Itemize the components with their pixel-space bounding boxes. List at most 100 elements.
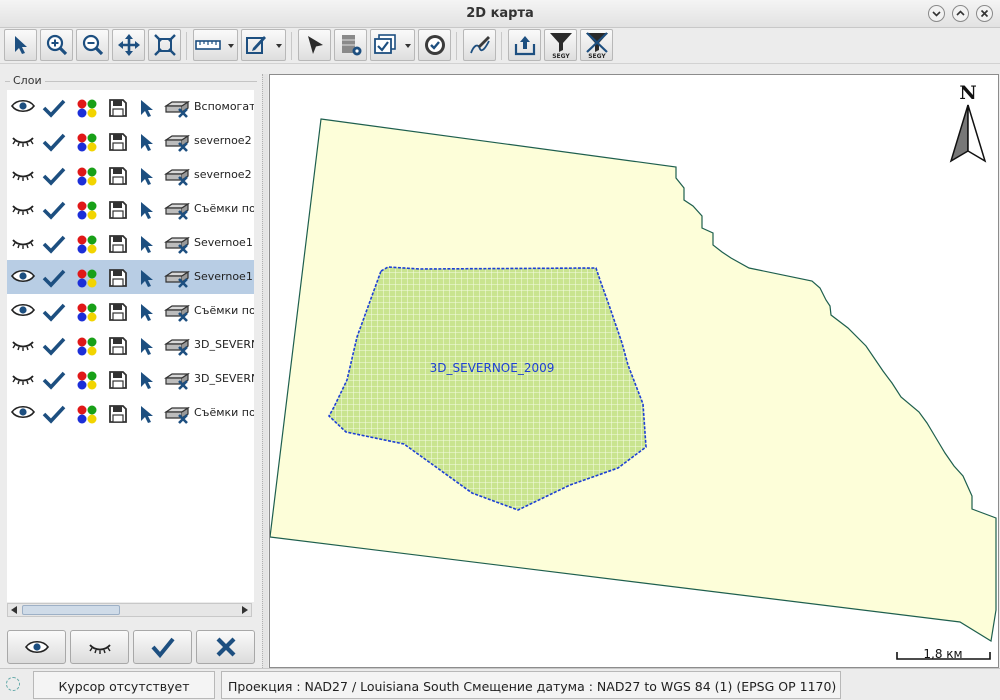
hide-all-layers-button[interactable] [70,630,129,664]
layer-select-button[interactable] [138,234,158,259]
pan-button[interactable] [112,29,145,61]
check-all-button[interactable] [133,630,192,664]
layer-enabled-toggle[interactable] [42,336,66,359]
layer-style-button[interactable] [76,268,98,291]
layer-row[interactable]: severnoe2 [7,158,254,192]
layer-select-button[interactable] [138,336,158,361]
layer-visibility-toggle[interactable] [11,200,35,219]
layer-style-button[interactable] [76,132,98,155]
layer-select-button[interactable] [138,268,158,293]
layer-visibility-toggle[interactable] [11,336,35,355]
layer-save-button[interactable] [108,234,128,257]
layer-select-button[interactable] [138,166,158,191]
layer-visibility-toggle[interactable] [11,404,35,423]
layer-save-button[interactable] [108,200,128,223]
layer-remove-button[interactable] [164,268,190,291]
layer-enabled-toggle[interactable] [42,234,66,257]
layer-save-button[interactable] [108,166,128,189]
export-button[interactable] [508,29,541,61]
layer-select-button[interactable] [138,404,158,429]
layer-style-button[interactable] [76,200,98,223]
layer-enabled-toggle[interactable] [42,370,66,393]
layer-remove-button[interactable] [164,200,190,223]
layer-save-button[interactable] [108,336,128,359]
layer-style-button[interactable] [76,234,98,257]
layer-enabled-toggle[interactable] [42,404,66,427]
layer-row[interactable]: Съёмки по [7,192,254,226]
maximize-button[interactable] [952,5,969,22]
segy-filter-button[interactable]: SEGY [544,29,577,61]
layer-style-button[interactable] [76,336,98,359]
layer-save-button[interactable] [108,132,128,155]
layer-settings-button[interactable] [334,29,367,61]
layer-row[interactable]: Съёмки по [7,294,254,328]
layer-list[interactable]: Вспомогательный severnoe2 severnoe2 Съёмки … [7,90,254,602]
minimize-button[interactable] [928,5,945,22]
layer-style-button[interactable] [76,166,98,189]
layer-enabled-toggle[interactable] [42,132,66,155]
layer-style-button[interactable] [76,302,98,325]
select-window-button[interactable] [370,29,415,61]
layer-select-button[interactable] [138,302,158,327]
scroll-left-icon[interactable] [11,606,17,614]
map-canvas[interactable]: 3D_SEVERNOE_2009 N 1,8 км [269,74,999,668]
layer-select-button[interactable] [138,370,158,395]
layer-remove-button[interactable] [164,370,190,393]
layer-row[interactable]: Вспомогательный [7,90,254,124]
layer-visibility-toggle[interactable] [11,268,35,287]
scrollbar-thumb[interactable] [22,605,120,615]
layer-select-button[interactable] [138,200,158,225]
layer-visibility-toggle[interactable] [11,132,35,151]
close-window-button[interactable] [976,5,993,22]
show-all-layers-button[interactable] [7,630,66,664]
horizontal-scrollbar[interactable] [7,603,252,617]
layer-row[interactable]: Съёмки по [7,396,254,430]
toolbar-separator [501,32,502,60]
layer-enabled-toggle[interactable] [42,302,66,325]
layer-save-button[interactable] [108,302,128,325]
segy-filter-off-button[interactable]: SEGY [580,29,613,61]
layer-enabled-toggle[interactable] [42,166,66,189]
layer-select-button[interactable] [138,132,158,157]
panel-splitter[interactable] [262,74,268,668]
layer-visibility-toggle[interactable] [11,302,35,321]
layer-remove-button[interactable] [164,98,190,121]
validate-button[interactable] [418,29,451,61]
layer-remove-button[interactable] [164,336,190,359]
zoom-out-button[interactable] [76,29,109,61]
layer-save-button[interactable] [108,98,128,121]
layer-visibility-toggle[interactable] [11,98,35,117]
layer-row[interactable]: severnoe2 [7,124,254,158]
layer-row[interactable]: Severnoe1 [7,260,254,294]
layer-save-button[interactable] [108,370,128,393]
layer-remove-button[interactable] [164,234,190,257]
layer-row[interactable]: Severnoe1 [7,226,254,260]
layer-style-button[interactable] [76,404,98,427]
scroll-right-icon[interactable] [242,606,248,614]
uncheck-all-button[interactable] [196,630,255,664]
layer-save-button[interactable] [108,268,128,291]
layer-visibility-toggle[interactable] [11,234,35,253]
layer-remove-button[interactable] [164,302,190,325]
layer-remove-button[interactable] [164,132,190,155]
edit-button[interactable] [241,29,286,61]
zoom-extent-button[interactable] [148,29,181,61]
select-tool-button[interactable] [4,29,37,61]
layer-remove-button[interactable] [164,166,190,189]
layer-style-button[interactable] [76,98,98,121]
zoom-in-button[interactable] [40,29,73,61]
layer-style-button[interactable] [76,370,98,393]
draw-button[interactable] [463,29,496,61]
measure-button[interactable] [193,29,238,61]
layer-visibility-toggle[interactable] [11,166,35,185]
pointer-button[interactable] [298,29,331,61]
layer-remove-button[interactable] [164,404,190,427]
layer-save-button[interactable] [108,404,128,427]
layer-visibility-toggle[interactable] [11,370,35,389]
layer-row[interactable]: 3D_SEVERNOE [7,328,254,362]
layer-enabled-toggle[interactable] [42,98,66,121]
layer-enabled-toggle[interactable] [42,200,66,223]
layer-enabled-toggle[interactable] [42,268,66,291]
layer-row[interactable]: 3D_SEVERNOE [7,362,254,396]
layer-select-button[interactable] [138,98,158,123]
